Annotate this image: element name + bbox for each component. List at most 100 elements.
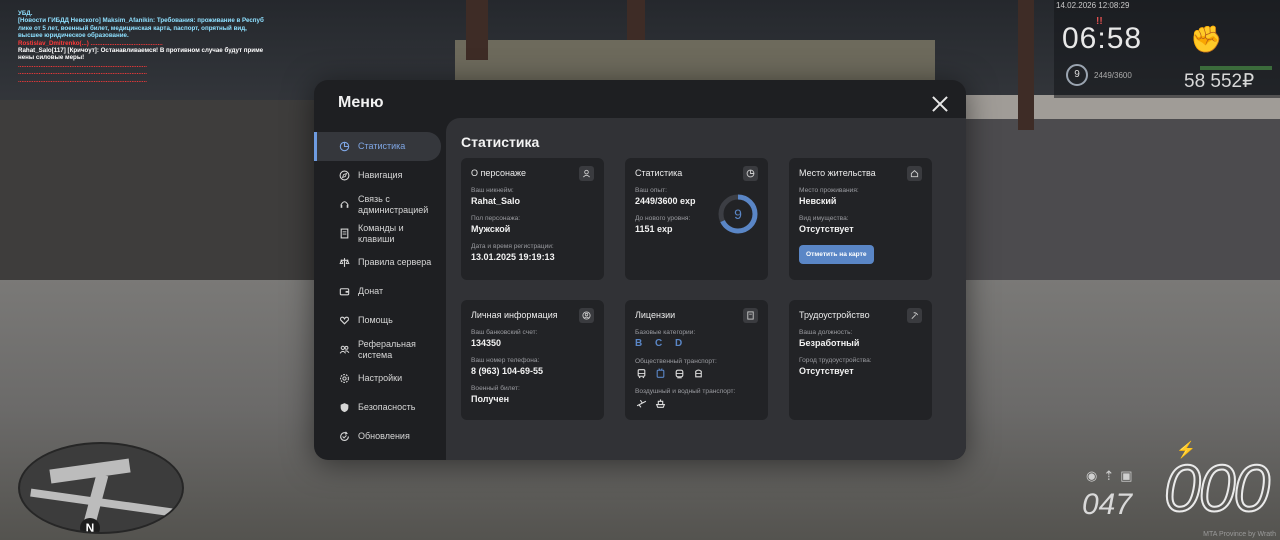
nav-item-1[interactable]: Статистика xyxy=(314,132,441,161)
headset-icon xyxy=(338,199,350,211)
house-icon xyxy=(907,166,922,181)
nav-item-label: Помощь xyxy=(358,315,393,326)
position-label: Ваша должность: xyxy=(799,329,853,336)
chat-line: Rostislav_Dmitrenko(...) ...............… xyxy=(18,39,163,47)
nav-item-label: Донат xyxy=(358,286,384,297)
chat-line: ........................................… xyxy=(18,61,147,69)
speedometer: ⚡ ◉⇡▣ 047 000 xyxy=(1080,440,1280,540)
minimap[interactable]: N xyxy=(18,442,184,534)
license-doc-icon xyxy=(743,308,758,323)
hud-money: 58 552₽ xyxy=(1184,71,1255,92)
nav-item-11[interactable]: Обновления xyxy=(314,422,444,451)
nav-item-9[interactable]: Настройки xyxy=(314,364,444,393)
chat-line: [Новости ГИБДД Невского] Maksim_Afanikin… xyxy=(18,17,264,25)
nav-item-label: Команды и клавиши xyxy=(358,223,404,244)
chat-line: Rahat_Salo[117] [Кричоут]: Останавливаем… xyxy=(18,47,264,55)
background-chimney xyxy=(466,0,488,60)
trolleybus-icon xyxy=(654,367,667,380)
residence-card: Место жительства Место проживания: Невск… xyxy=(789,158,932,280)
people-icon xyxy=(338,344,350,356)
train-icon xyxy=(692,367,705,380)
nav-item-6[interactable]: Донат xyxy=(314,277,444,306)
stats-icon xyxy=(743,166,758,181)
boat-icon xyxy=(654,397,667,410)
shield-icon xyxy=(338,402,350,414)
base-categories-label: Базовые категории: xyxy=(635,329,696,336)
user-icon xyxy=(579,166,594,181)
hud-exp: 2449/3600 xyxy=(1094,71,1132,80)
hud-level: 9 xyxy=(1066,64,1088,86)
pickaxe-icon xyxy=(907,308,922,323)
phone-value: 8 (963) 104-69-55 xyxy=(471,366,544,376)
public-transport-label: Общественный транспорт: xyxy=(635,358,717,365)
fist-icon: ✊ xyxy=(1190,24,1223,54)
nick-label: Ваш никнейм: xyxy=(471,187,514,194)
military-value: Получен xyxy=(471,394,510,404)
background-building-right xyxy=(960,95,1280,285)
background-chimney xyxy=(627,0,645,40)
tram-icon xyxy=(673,367,686,380)
nav-item-label: Обновления xyxy=(358,431,410,442)
nav-item-5[interactable]: Правила сервера xyxy=(314,248,444,277)
nav-item-3[interactable]: Связь с администрацией xyxy=(314,190,444,219)
bank-label: Ваш банковский счет: xyxy=(471,329,538,336)
speed-value: 000 xyxy=(1163,450,1271,526)
chat-line: лике от 5 лет, военный билет, медицинска… xyxy=(18,24,247,32)
reg-value: 13.01.2025 19:19:13 xyxy=(471,252,555,262)
card-heading: Трудоустройство xyxy=(799,310,870,320)
nav-item-2[interactable]: Навигация xyxy=(314,161,444,190)
card-heading: Личная информация xyxy=(471,310,558,320)
phone-label: Ваш номер телефона: xyxy=(471,357,540,364)
stats-icon xyxy=(338,141,350,153)
work-city-value: Отсутствует xyxy=(799,366,854,376)
refresh-icon xyxy=(338,431,350,443)
vehicle-status-icons: ◉⇡▣ xyxy=(1086,468,1139,483)
base-categories-value: B C D xyxy=(635,338,688,349)
card-heading: Место жительства xyxy=(799,168,876,178)
chat-log: УБД. [Новости ГИБДД Невского] Maksim_Afan… xyxy=(18,10,278,84)
wallet-icon xyxy=(338,286,350,298)
character-card: О персонаже Ваш никнейм: Rahat_Salo Пол … xyxy=(461,158,604,280)
level-value: 9 xyxy=(734,206,742,222)
document-icon xyxy=(338,228,350,240)
personal-card: Личная информация Ваш банковский счет: 1… xyxy=(461,300,604,420)
licenses-card: Лицензии Базовые категории: B C D Общест… xyxy=(625,300,768,420)
stats-content: Статистика О персонаже Ваш никнейм: Raha… xyxy=(446,118,966,460)
bank-value: 134350 xyxy=(471,338,502,348)
card-heading: О персонаже xyxy=(471,168,526,178)
heart-hand-icon xyxy=(338,315,350,327)
place-label: Место проживания: xyxy=(799,187,859,194)
public-transport-icons xyxy=(635,367,758,380)
nav-item-label: Навигация xyxy=(358,170,403,181)
nav-item-label: Настройки xyxy=(358,373,403,384)
chat-line: УБД. xyxy=(18,10,33,17)
reg-label: Дата и время регистрации: xyxy=(471,243,554,250)
nav-item-label: Правила сервера xyxy=(358,257,432,268)
mark-on-map-button[interactable]: Отметить на карте xyxy=(799,245,874,264)
nav-item-8[interactable]: Реферальная система xyxy=(314,335,444,364)
compass-icon xyxy=(338,170,350,182)
chat-line: ........................................… xyxy=(18,69,147,77)
close-icon[interactable] xyxy=(931,95,949,113)
nav-item-7[interactable]: Помощь xyxy=(314,306,444,335)
nav-item-label: Статистика xyxy=(358,141,406,152)
nav-item-4[interactable]: Команды и клавиши xyxy=(314,219,444,248)
bus-icon xyxy=(635,367,648,380)
military-label: Военный билет: xyxy=(471,385,520,392)
plane-icon xyxy=(635,397,648,410)
air-water-transport-icons xyxy=(635,397,758,410)
card-heading: Лицензии xyxy=(635,310,676,320)
scales-icon xyxy=(338,257,350,269)
gender-label: Пол персонажа: xyxy=(471,215,521,222)
nav-item-10[interactable]: Безопасность xyxy=(314,393,444,422)
nav-item-label: Безопасность xyxy=(358,402,416,413)
hud-time: 06:58 xyxy=(1062,22,1143,55)
position-value: Безработный xyxy=(799,338,860,348)
chat-line: высшее юридическое образование. xyxy=(18,32,129,40)
hud-datetime: 14.02.2026 12:08:29 xyxy=(1056,1,1130,10)
person-circle-icon xyxy=(579,308,594,323)
gear-icon xyxy=(338,373,350,385)
nav-item-label: Связь с администрацией xyxy=(358,194,429,215)
work-city-label: Город трудоустройства: xyxy=(799,357,872,364)
air-water-transport-label: Воздушный и водный транспорт: xyxy=(635,388,736,395)
